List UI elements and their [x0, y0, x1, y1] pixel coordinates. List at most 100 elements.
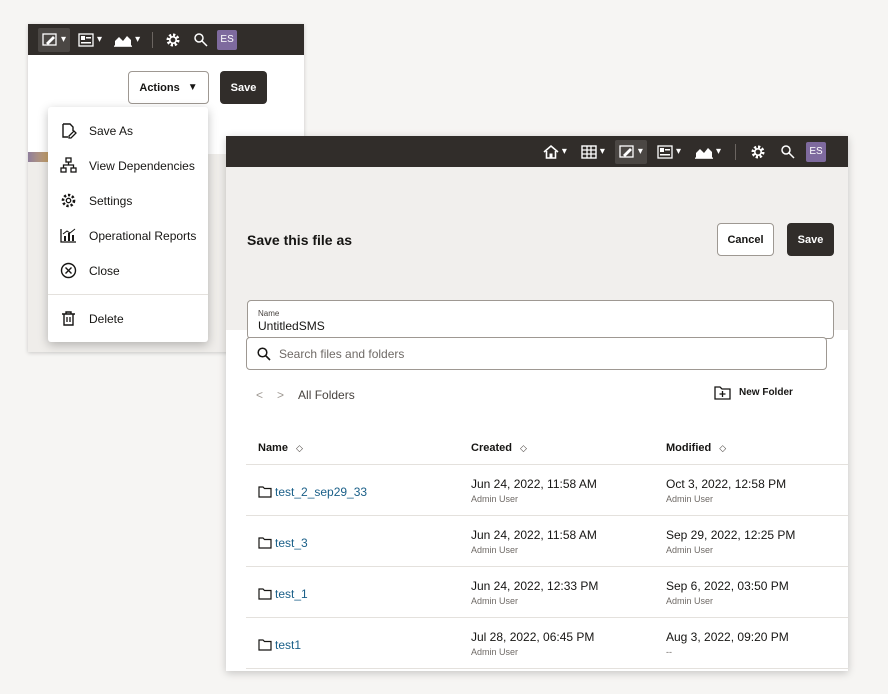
chevron-down-icon: ▾ — [135, 34, 140, 45]
menu-item-save-as[interactable]: Save As — [48, 113, 208, 148]
pencil-icon — [619, 145, 635, 159]
menu-item-label: Close — [89, 264, 120, 278]
save-button[interactable]: Save — [220, 71, 267, 104]
search-icon — [193, 32, 209, 48]
avatar[interactable]: ES — [217, 30, 237, 50]
folder-icon — [258, 588, 272, 600]
dialog-toolbar: ▾ ▾ ▾ ▾ ▾ ES — [226, 136, 848, 167]
dialog-header: Save this file as Cancel Save Name Untit… — [226, 167, 848, 330]
created-by: Admin User — [471, 545, 654, 555]
created-date: Jul 28, 2022, 06:45 PM — [471, 630, 654, 644]
column-modified[interactable]: Modified ◇ — [654, 442, 848, 454]
report-chart-icon — [60, 227, 77, 244]
dependencies-icon — [60, 157, 77, 174]
chevron-down-icon: ▾ — [600, 146, 605, 157]
chart-menu-button[interactable]: ▾ — [691, 140, 725, 164]
folder-name: test_1 — [275, 587, 308, 601]
chevron-down-icon: ▾ — [97, 34, 102, 45]
folder-link[interactable]: test_3 — [258, 532, 459, 550]
back-header-actions: Actions ▼ Save — [128, 71, 267, 104]
created-by: Admin User — [471, 494, 654, 504]
search-files-box[interactable] — [246, 337, 827, 370]
menu-divider — [48, 294, 208, 295]
save-button[interactable]: Save — [787, 223, 834, 256]
menu-item-label: Settings — [89, 194, 132, 208]
search-input[interactable] — [279, 347, 779, 361]
search-icon — [257, 347, 271, 361]
modified-date: Oct 3, 2022, 12:58 PM — [666, 477, 848, 491]
new-folder-button[interactable]: New Folder — [714, 385, 793, 400]
folder-name: test1 — [275, 638, 301, 652]
modified-date: Sep 29, 2022, 12:25 PM — [666, 528, 848, 542]
name-field[interactable]: Name UntitledSMS — [247, 300, 834, 339]
layout-menu-button[interactable]: ▾ — [74, 28, 106, 52]
breadcrumb[interactable]: All Folders — [298, 388, 355, 402]
name-field-label: Name — [258, 309, 833, 318]
search-button[interactable] — [776, 140, 800, 164]
toolbar-divider — [735, 144, 736, 160]
column-name[interactable]: Name ◇ — [246, 442, 459, 454]
forward-chevron-icon[interactable]: > — [277, 388, 284, 402]
pencil-icon — [42, 33, 58, 47]
created-by: Admin User — [471, 596, 654, 606]
menu-item-delete[interactable]: Delete — [48, 301, 208, 336]
trash-icon — [60, 310, 77, 327]
search-button[interactable] — [189, 28, 213, 52]
edit-menu-button[interactable]: ▾ — [615, 140, 647, 164]
menu-item-label: Save As — [89, 124, 133, 138]
chevron-down-icon: ▾ — [61, 34, 66, 45]
folder-link[interactable]: test_1 — [258, 583, 459, 601]
new-folder-label: New Folder — [739, 387, 793, 398]
modified-by: Admin User — [666, 545, 848, 555]
actions-label: Actions — [139, 82, 179, 94]
table-row[interactable]: test_2_sep29_33 Jun 24, 2022, 11:58 AMAd… — [246, 465, 848, 516]
actions-button[interactable]: Actions ▼ — [128, 71, 209, 104]
column-label: Name — [258, 442, 288, 454]
chevron-down-icon: ▾ — [638, 146, 643, 157]
folder-icon — [258, 486, 272, 498]
name-field-value[interactable]: UntitledSMS — [258, 319, 833, 333]
data-menu-button[interactable]: ▾ — [577, 140, 609, 164]
home-menu-button[interactable]: ▾ — [539, 140, 571, 164]
cancel-button[interactable]: Cancel — [717, 223, 774, 256]
menu-item-label: Delete — [89, 312, 124, 326]
back-chevron-icon[interactable]: < — [256, 388, 263, 402]
modified-by: -- — [666, 647, 848, 657]
chart-menu-button[interactable]: ▾ — [110, 28, 144, 52]
avatar[interactable]: ES — [806, 142, 826, 162]
table-row[interactable]: test_3 Jun 24, 2022, 11:58 AMAdmin User … — [246, 516, 848, 567]
menu-item-view-dependencies[interactable]: View Dependencies — [48, 148, 208, 183]
back-toolbar: ▾ ▾ ▾ ES — [28, 24, 304, 55]
column-label: Created — [471, 442, 512, 454]
folder-name: test_2_sep29_33 — [275, 485, 367, 499]
chevron-down-icon: ▾ — [562, 146, 567, 157]
close-circle-icon — [60, 262, 77, 279]
sort-icon: ◇ — [296, 443, 303, 454]
area-chart-icon — [695, 145, 713, 159]
table-row[interactable]: test1 Jul 28, 2022, 06:45 PMAdmin User A… — [246, 618, 848, 669]
settings-button[interactable] — [161, 28, 185, 52]
toolbar-divider — [152, 32, 153, 48]
edit-menu-button[interactable]: ▾ — [38, 28, 70, 52]
home-icon — [543, 144, 559, 160]
column-label: Modified — [666, 442, 711, 454]
settings-button[interactable] — [746, 140, 770, 164]
modified-by: Admin User — [666, 596, 848, 606]
menu-item-settings[interactable]: Settings — [48, 183, 208, 218]
layout-menu-button[interactable]: ▾ — [653, 140, 685, 164]
folder-link[interactable]: test_2_sep29_33 — [258, 481, 459, 499]
chevron-down-icon: ▾ — [676, 146, 681, 157]
column-created[interactable]: Created ◇ — [459, 442, 654, 454]
folder-link[interactable]: test1 — [258, 634, 459, 652]
layout-icon — [657, 145, 673, 159]
sort-icon: ◇ — [719, 443, 726, 454]
sort-icon: ◇ — [520, 443, 527, 454]
search-icon — [780, 144, 796, 160]
menu-item-operational-reports[interactable]: Operational Reports — [48, 218, 208, 253]
dialog-title: Save this file as — [247, 232, 352, 248]
menu-item-close[interactable]: Close — [48, 253, 208, 288]
save-as-icon — [60, 122, 77, 139]
gear-icon — [750, 144, 766, 160]
folder-navigation: < > All Folders — [256, 388, 355, 402]
table-row[interactable]: test_1 Jun 24, 2022, 12:33 PMAdmin User … — [246, 567, 848, 618]
